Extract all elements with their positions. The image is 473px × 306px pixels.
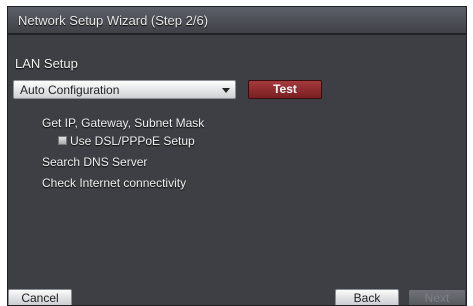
back-button[interactable]: Back (335, 289, 399, 305)
cancel-button[interactable]: Cancel (8, 289, 72, 305)
lan-setup-label: LAN Setup (15, 56, 78, 71)
dsl-pppoe-checkbox[interactable] (58, 136, 67, 145)
step-get-ip: Get IP, Gateway, Subnet Mask (42, 116, 205, 130)
dsl-pppoe-label: Use DSL/PPPoE Setup (70, 134, 195, 148)
setup-wizard-window: Network Setup Wizard (Step 2/6) LAN Setu… (7, 6, 467, 306)
chevron-down-icon (222, 88, 230, 93)
window-title: Network Setup Wizard (Step 2/6) (18, 13, 209, 28)
wizard-footer: Cancel Back Next (8, 289, 466, 305)
step-check-internet: Check Internet connectivity (42, 176, 187, 190)
next-button[interactable]: Next (408, 289, 466, 305)
lan-config-dropdown[interactable]: Auto Configuration (13, 80, 236, 99)
title-bar: Network Setup Wizard (Step 2/6) (8, 7, 466, 35)
dropdown-selected-value: Auto Configuration (20, 83, 120, 97)
test-button[interactable]: Test (248, 80, 322, 99)
step-search-dns: Search DNS Server (42, 155, 148, 169)
